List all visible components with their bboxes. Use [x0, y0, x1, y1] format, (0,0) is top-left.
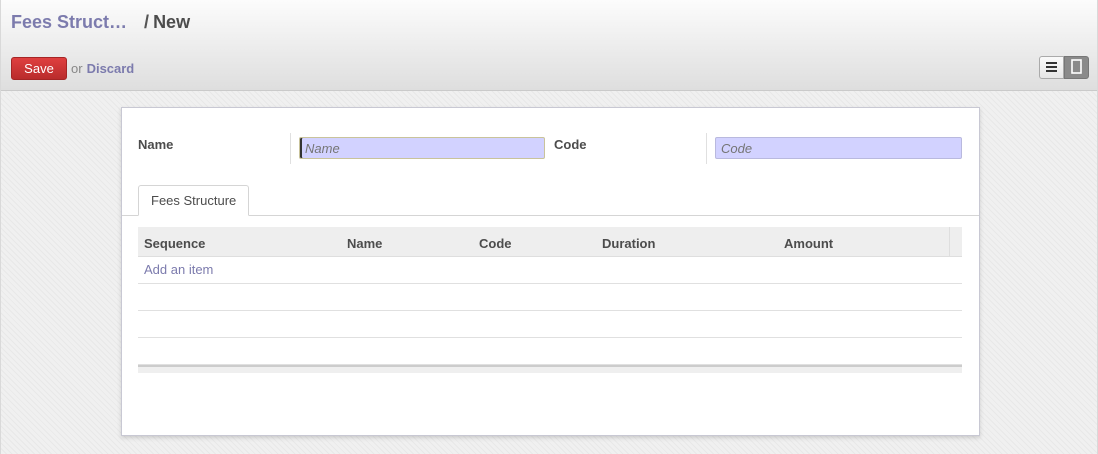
name-input[interactable]	[299, 137, 545, 159]
table-footer	[138, 365, 962, 373]
breadcrumb-separator: /	[144, 12, 150, 32]
table-row	[138, 284, 962, 311]
save-button[interactable]: Save	[11, 57, 67, 80]
column-header-code[interactable]: Code	[479, 236, 512, 251]
name-divider	[290, 133, 291, 164]
code-input[interactable]	[715, 137, 962, 159]
table-row	[138, 338, 962, 365]
column-header-name[interactable]: Name	[347, 236, 382, 251]
list-icon	[1046, 60, 1057, 75]
form-sheet: Name Code Fees Structure Sequence Name C…	[121, 107, 980, 436]
column-header-duration[interactable]: Duration	[602, 236, 655, 251]
discard-link[interactable]: Discard	[87, 61, 135, 76]
breadcrumb-current: New	[153, 12, 191, 32]
form-view-icon	[1071, 58, 1082, 77]
table-row	[138, 311, 962, 338]
add-item-row: Add an item	[138, 257, 962, 284]
breadcrumb: Fees Struct… / New	[11, 12, 190, 33]
column-header-trash	[949, 227, 962, 257]
code-label: Code	[554, 137, 587, 152]
table-header: Sequence Name Code Duration Amount	[138, 227, 962, 257]
view-switcher	[1039, 56, 1089, 79]
breadcrumb-parent-link[interactable]: Fees Struct…	[11, 12, 127, 32]
column-header-amount[interactable]: Amount	[784, 236, 833, 251]
control-panel: Fees Struct… / New Save or Discard	[1, 0, 1097, 91]
code-divider	[706, 133, 707, 164]
form-view-button[interactable]	[1064, 56, 1089, 79]
column-header-sequence[interactable]: Sequence	[144, 236, 205, 251]
or-text: or	[71, 61, 83, 76]
list-view-button[interactable]	[1039, 56, 1064, 79]
form-buttons: Save or Discard	[11, 57, 134, 80]
tab-bar	[122, 215, 979, 216]
fees-structure-table: Sequence Name Code Duration Amount Add a…	[138, 227, 962, 373]
add-item-link[interactable]: Add an item	[144, 262, 213, 277]
tab-fees-structure[interactable]: Fees Structure	[138, 185, 250, 216]
name-label: Name	[138, 137, 174, 152]
